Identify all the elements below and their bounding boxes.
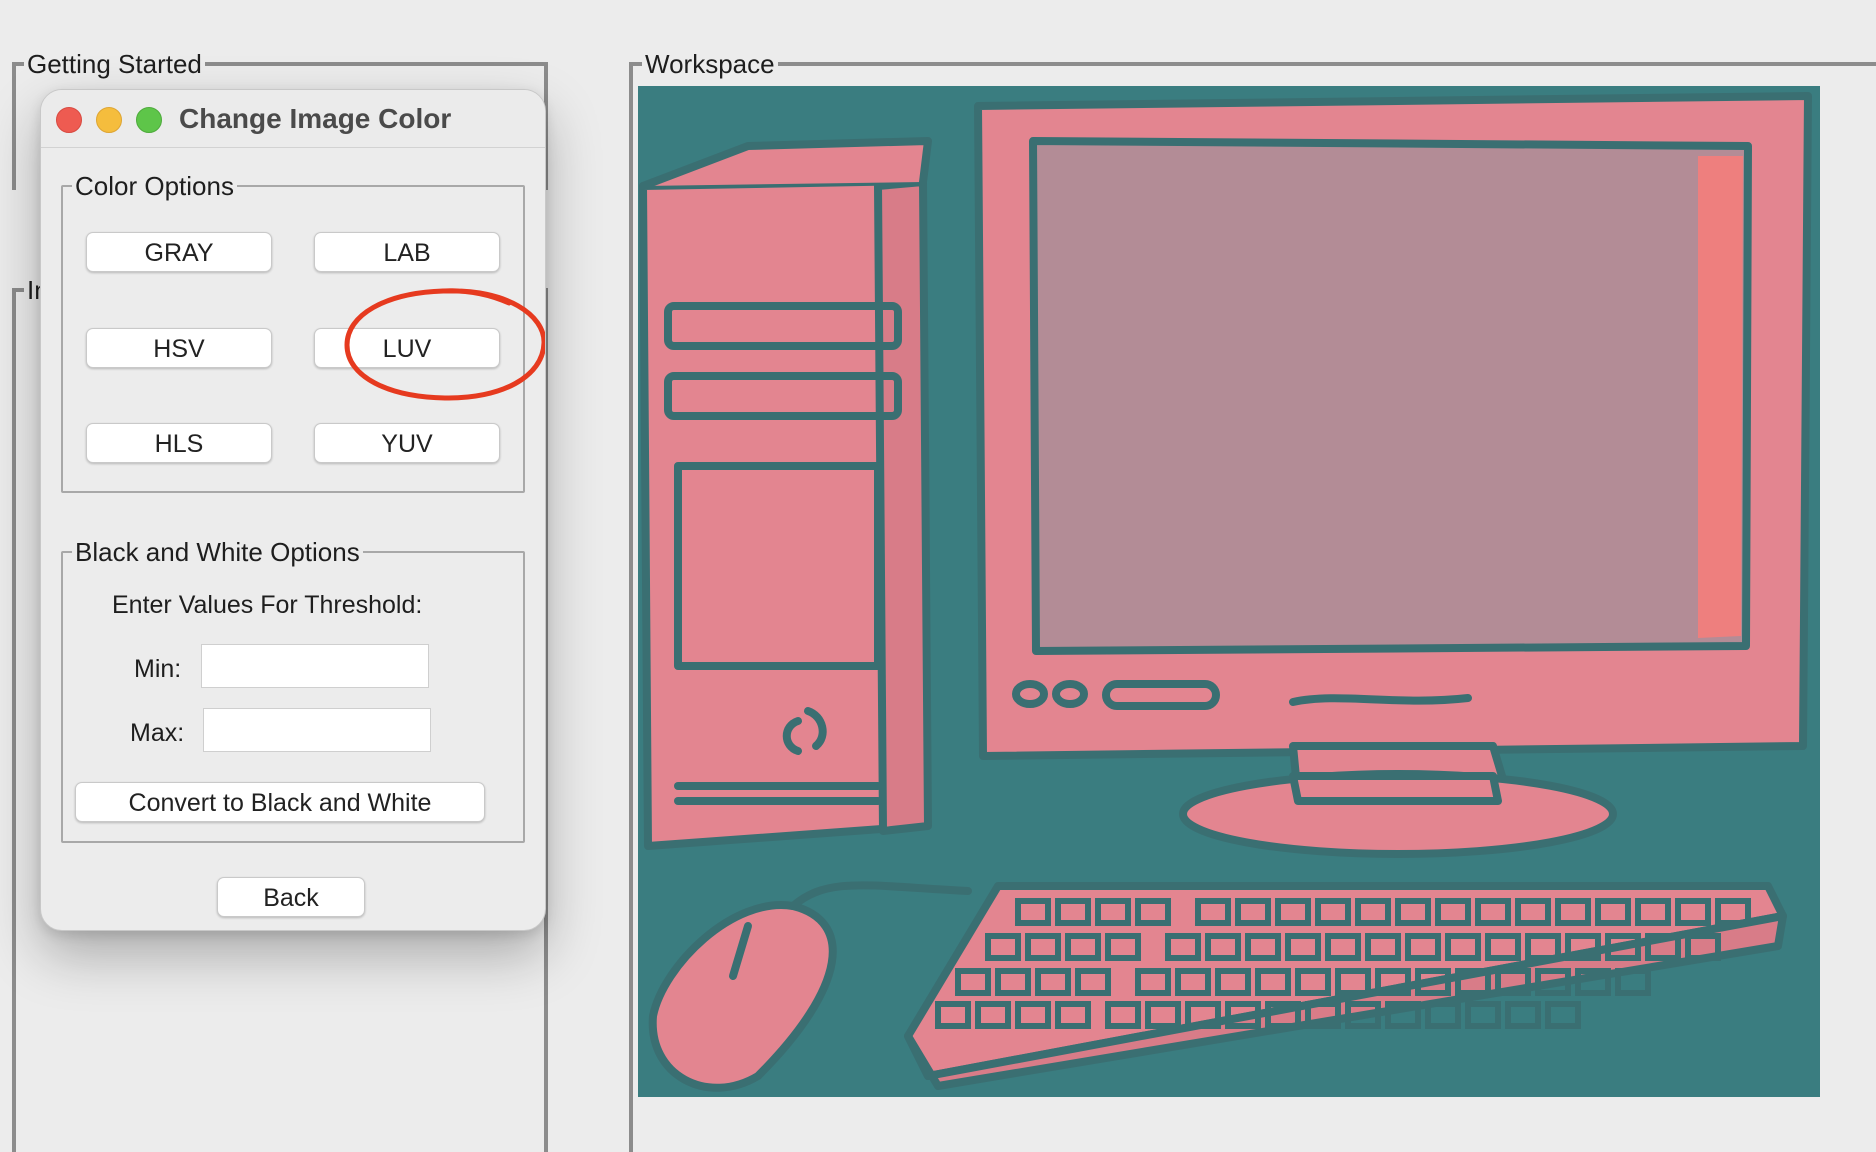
getting-started-title: Getting Started — [24, 49, 205, 79]
min-threshold-input[interactable] — [201, 644, 429, 688]
color-options-title: Color Options — [72, 171, 237, 201]
convert-bw-button[interactable]: Convert to Black and White — [75, 782, 485, 822]
workspace-image — [638, 86, 1820, 1097]
hls-button[interactable]: HLS — [86, 423, 272, 463]
back-button[interactable]: Back — [217, 877, 365, 917]
zoom-window-button[interactable] — [136, 107, 162, 133]
change-image-color-dialog: Change Image Color Color Options GRAY LA… — [40, 89, 546, 931]
bw-options-title: Black and White Options — [72, 537, 363, 567]
yuv-button[interactable]: YUV — [314, 423, 500, 463]
lab-button[interactable]: LAB — [314, 232, 500, 272]
luv-button[interactable]: LUV — [314, 328, 500, 368]
gray-button[interactable]: GRAY — [86, 232, 272, 272]
close-window-button[interactable] — [56, 107, 82, 133]
min-label: Min: — [134, 655, 182, 683]
max-threshold-input[interactable] — [203, 708, 431, 752]
threshold-prompt: Enter Values For Threshold: — [112, 591, 423, 619]
workspace-title: Workspace — [642, 49, 778, 79]
max-label: Max: — [130, 719, 185, 747]
dialog-titlebar[interactable]: Change Image Color — [41, 90, 545, 148]
hsv-button[interactable]: HSV — [86, 328, 272, 368]
dialog-title: Change Image Color — [179, 103, 452, 134]
minimize-window-button[interactable] — [96, 107, 122, 133]
computer-illustration-icon — [638, 86, 1820, 1097]
